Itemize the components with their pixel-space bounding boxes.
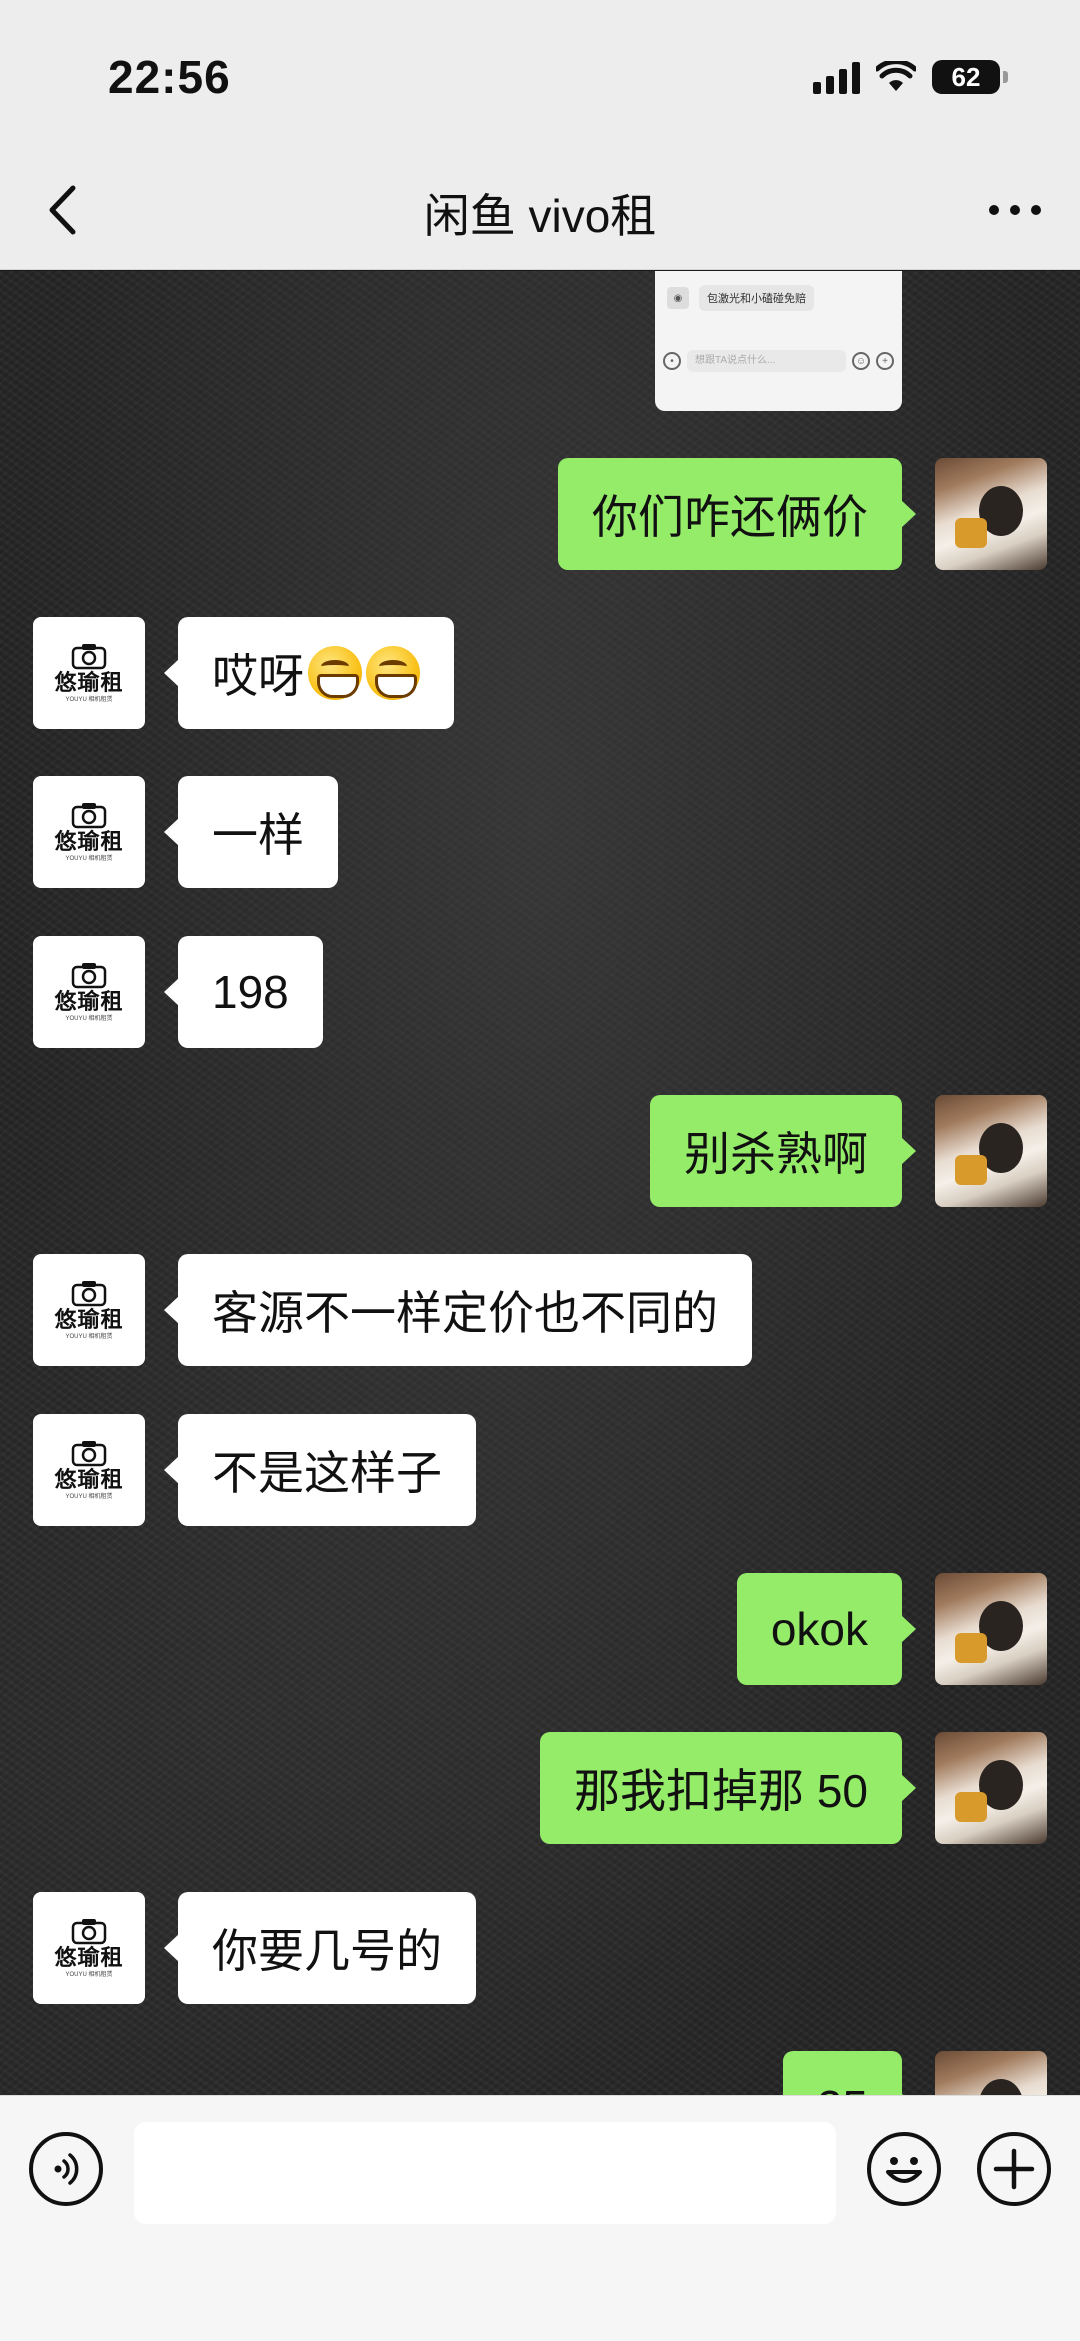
message-row: 你们咋还俩价 — [558, 458, 1047, 570]
message-bubble[interactable]: 一样 — [164, 776, 338, 888]
shop-avatar-name: 悠瑜租 — [54, 1307, 124, 1333]
message-row: 悠瑜租 YOUYU 相机租赁 198 — [33, 936, 323, 1048]
grinning-face-emoji — [308, 646, 362, 700]
shop-avatar-sub: YOUYU 相机租赁 — [65, 1972, 113, 1978]
user-avatar[interactable] — [935, 2051, 1047, 2095]
battery-level: 62 — [951, 61, 981, 92]
shop-avatar-name: 悠瑜租 — [54, 1467, 124, 1493]
message-row: okok — [736, 1573, 1047, 1685]
emoji-icon — [886, 2157, 922, 2183]
chat-area[interactable]: ◉ 包激光和小磕碰免赔 • 想跟TA说点什么... ☺ + 你们咋还俩价 悠瑜租… — [0, 271, 1080, 2095]
message-bubble[interactable]: 你们咋还俩价 — [558, 458, 916, 570]
camera-icon — [71, 803, 107, 829]
shop-avatar[interactable]: 悠瑜租 YOUYU 相机租赁 — [33, 1414, 145, 1526]
plus-icon — [993, 2148, 1035, 2190]
status-bar: 22:56 62 — [0, 0, 1080, 150]
shop-avatar[interactable]: 悠瑜租 YOUYU 相机租赁 — [33, 776, 145, 888]
shop-avatar[interactable]: 悠瑜租 YOUYU 相机租赁 — [33, 1254, 145, 1366]
shop-avatar-sub: YOUYU 相机租赁 — [65, 1494, 113, 1500]
message-row: 悠瑜租 YOUYU 相机租赁 客源不一样定价也不同的 — [33, 1254, 752, 1366]
shop-avatar[interactable]: 悠瑜租 YOUYU 相机租赁 — [33, 617, 145, 729]
message-row: 25 — [782, 2051, 1047, 2095]
message-input[interactable] — [134, 2122, 836, 2224]
message-row: 悠瑜租 YOUYU 相机租赁 你要几号的 — [33, 1892, 476, 2004]
plus-icon: + — [876, 352, 894, 370]
camera-icon — [71, 644, 107, 670]
wifi-icon — [876, 61, 916, 91]
shop-avatar-name: 悠瑜租 — [54, 1945, 124, 1971]
quoted-input-row: • 想跟TA说点什么... ☺ + — [663, 347, 894, 375]
message-text: 25 — [817, 2080, 868, 2095]
message-bubble[interactable]: okok — [736, 1573, 917, 1685]
message-text: 不是这样子 — [212, 1447, 442, 1499]
message-bubble[interactable]: 不是这样子 — [164, 1414, 476, 1526]
message-row: 那我扣掉那 50 — [540, 1732, 1047, 1844]
shop-avatar-name: 悠瑜租 — [54, 829, 124, 855]
message-text: 198 — [212, 966, 289, 1018]
camera-icon — [71, 1441, 107, 1467]
battery-icon: 62 — [932, 60, 1008, 94]
message-text: 那我扣掉那 50 — [574, 1765, 868, 1817]
message-text: 别杀熟啊 — [684, 1128, 868, 1180]
message-text: okok — [770, 1603, 868, 1655]
plus-button[interactable] — [977, 2132, 1051, 2206]
message-bubble[interactable]: 哎呀 — [164, 617, 454, 729]
shop-mini-icon: ◉ — [667, 287, 689, 309]
voice-button[interactable] — [29, 2132, 103, 2206]
shop-avatar-name: 悠瑜租 — [54, 670, 124, 696]
camera-icon — [71, 963, 107, 989]
emoji-icon: ☺ — [852, 352, 870, 370]
quoted-chip: 包激光和小磕碰免赔 — [699, 285, 814, 311]
camera-icon — [71, 1281, 107, 1307]
quoted-card-row: ◉ 包激光和小磕碰免赔 — [667, 285, 814, 311]
mic-icon: • — [663, 352, 681, 370]
message-bubble[interactable]: 你要几号的 — [164, 1892, 476, 2004]
message-bubble[interactable]: 25 — [782, 2051, 917, 2095]
quoted-screenshot-card[interactable]: ◉ 包激光和小磕碰免赔 • 想跟TA说点什么... ☺ + — [655, 271, 902, 411]
message-row: 悠瑜租 YOUYU 相机租赁 哎呀 — [33, 617, 454, 729]
shop-avatar-sub: YOUYU 相机租赁 — [65, 697, 113, 703]
message-bubble[interactable]: 198 — [164, 936, 323, 1048]
message-text: 哎呀 — [212, 650, 304, 702]
message-text: 你要几号的 — [212, 1925, 442, 1977]
user-avatar[interactable] — [935, 1732, 1047, 1844]
input-bar — [0, 2095, 1080, 2341]
shop-avatar-sub: YOUYU 相机租赁 — [65, 856, 113, 862]
nav-bar: 闲鱼 vivo租 — [0, 150, 1080, 270]
user-avatar[interactable] — [935, 458, 1047, 570]
cellular-signal-icon — [813, 60, 860, 94]
grinning-face-emoji — [366, 646, 420, 700]
voice-icon — [54, 2153, 79, 2185]
shop-avatar[interactable]: 悠瑜租 YOUYU 相机租赁 — [33, 936, 145, 1048]
user-avatar[interactable] — [935, 1095, 1047, 1207]
message-row: 悠瑜租 YOUYU 相机租赁 一样 — [33, 776, 338, 888]
shop-avatar-sub: YOUYU 相机租赁 — [65, 1334, 113, 1340]
chat-title: 闲鱼 vivo租 — [423, 190, 657, 242]
camera-icon — [71, 1919, 107, 1945]
message-row: 悠瑜租 YOUYU 相机租赁 不是这样子 — [33, 1414, 476, 1526]
status-time: 22:56 — [108, 51, 231, 103]
emoji-button[interactable] — [867, 2132, 941, 2206]
quoted-input-placeholder: 想跟TA说点什么... — [687, 350, 846, 372]
user-avatar[interactable] — [935, 1573, 1047, 1685]
message-text: 客源不一样定价也不同的 — [212, 1287, 718, 1339]
shop-avatar-name: 悠瑜租 — [54, 989, 124, 1015]
message-text: 你们咋还俩价 — [592, 491, 868, 543]
shop-avatar-sub: YOUYU 相机租赁 — [65, 1016, 113, 1022]
more-dots-icon — [989, 205, 1041, 215]
more-button[interactable] — [980, 178, 1050, 242]
message-row: 别杀熟啊 — [650, 1095, 1047, 1207]
shop-avatar[interactable]: 悠瑜租 YOUYU 相机租赁 — [33, 1892, 145, 2004]
message-text: 一样 — [212, 809, 304, 861]
message-bubble[interactable]: 客源不一样定价也不同的 — [164, 1254, 752, 1366]
message-bubble[interactable]: 别杀熟啊 — [650, 1095, 916, 1207]
status-icons: 62 — [813, 60, 1008, 94]
message-bubble[interactable]: 那我扣掉那 50 — [540, 1732, 916, 1844]
